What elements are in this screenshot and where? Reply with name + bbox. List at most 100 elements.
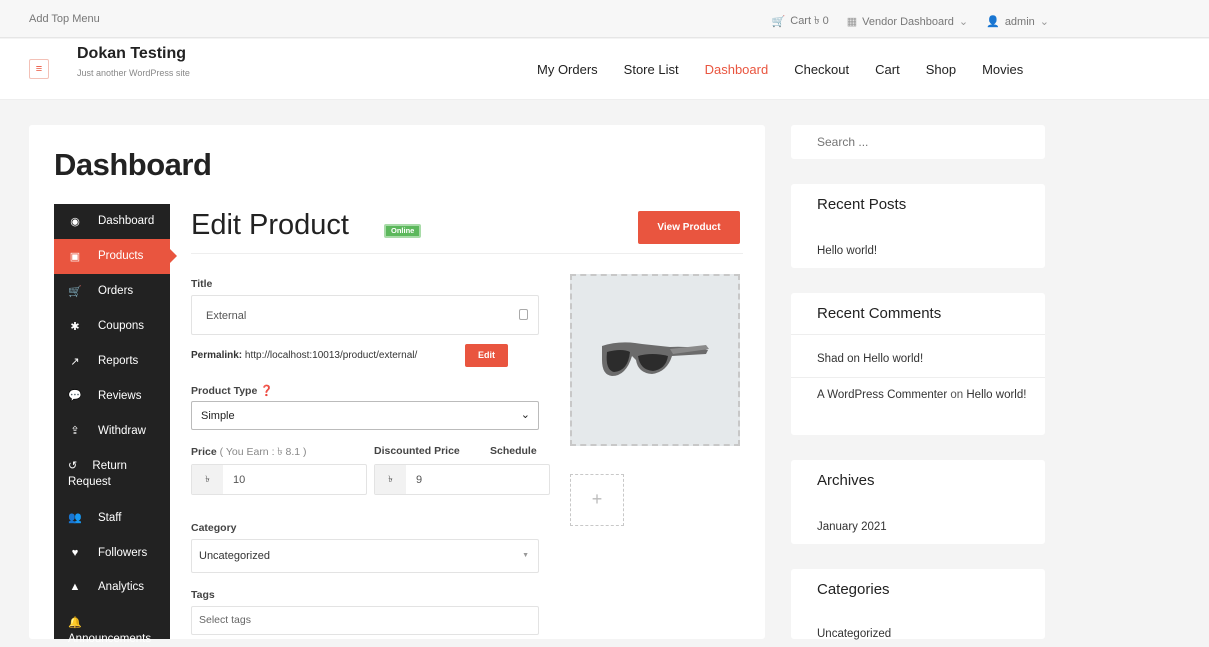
top-bar: Add Top Menu 🛒 Cart ৳ 0 ▦ Vendor Dashboa… bbox=[0, 0, 1209, 38]
hamburger-icon: ≡ bbox=[35, 63, 43, 75]
recent-posts-widget: Recent Posts Hello world! bbox=[791, 184, 1045, 268]
search-widget bbox=[791, 125, 1045, 159]
chevron-down-icon: ⌄ bbox=[1039, 16, 1049, 28]
primary-nav: My Orders Store List Dashboard Checkout … bbox=[537, 62, 1023, 77]
permalink: Permalink: http://localhost:10013/produc… bbox=[191, 350, 418, 361]
widget-title: Recent Posts bbox=[817, 196, 907, 213]
plus-icon: + bbox=[591, 489, 603, 509]
recent-post-link[interactable]: Hello world! bbox=[817, 243, 877, 259]
comments-icon: 💬 bbox=[68, 390, 82, 403]
undo-icon: ↺ bbox=[68, 460, 78, 473]
briefcase-icon: ▣ bbox=[69, 250, 81, 263]
comment-item: A WordPress Commenter on Hello world! bbox=[817, 389, 1027, 401]
user-menu[interactable]: 👤 admin ⌄ bbox=[986, 15, 1049, 29]
dashboard-icon: ◉ bbox=[70, 215, 80, 228]
title-input[interactable]: External bbox=[191, 295, 539, 335]
add-top-menu-link[interactable]: Add Top Menu bbox=[29, 13, 100, 25]
sunglasses-frame bbox=[602, 342, 709, 376]
product-type-label: Product Type ❓ bbox=[191, 385, 274, 397]
comment-post-link[interactable]: Hello world! bbox=[863, 353, 923, 365]
sidebar-item-withdraw[interactable]: ⇪ Withdraw bbox=[54, 413, 170, 448]
schedule-link[interactable]: Schedule bbox=[490, 445, 537, 457]
site-tagline: Just another WordPress site bbox=[77, 68, 190, 78]
recent-comments-widget: Recent Comments Shad on Hello world! A W… bbox=[791, 293, 1045, 435]
tags-input[interactable]: Select tags bbox=[191, 606, 539, 635]
upload-icon: ⇪ bbox=[70, 425, 80, 438]
product-type-select[interactable]: Simple ⌄ bbox=[191, 401, 539, 430]
price-label: Price ( You Earn : ৳ 8.1 ) bbox=[191, 446, 307, 458]
price-input[interactable]: ৳ 10 bbox=[191, 464, 367, 495]
permalink-edit-button[interactable]: Edit bbox=[465, 344, 508, 367]
title-label: Title bbox=[191, 278, 213, 290]
line-chart-icon: ↗ bbox=[70, 355, 80, 368]
currency-symbol: ৳ bbox=[192, 465, 223, 494]
nav-store-list[interactable]: Store List bbox=[624, 62, 679, 77]
archives-widget: Archives January 2021 bbox=[791, 460, 1045, 544]
sidebar-item-products[interactable]: ▣ Products bbox=[54, 238, 177, 274]
dashboard-grid-icon: ▦ bbox=[846, 16, 858, 28]
autofill-icon bbox=[519, 309, 528, 320]
sidebar-item-analytics[interactable]: ▲ Analytics bbox=[54, 570, 170, 605]
categories-widget: Categories Uncategorized bbox=[791, 569, 1045, 642]
page-title: Dashboard bbox=[54, 147, 212, 182]
menu-toggle-button[interactable]: ≡ bbox=[29, 59, 49, 79]
sidebar-item-followers[interactable]: ♥ Followers bbox=[54, 535, 170, 570]
nav-dashboard[interactable]: Dashboard bbox=[705, 62, 769, 77]
main-content: Dashboard ◉ Dashboard ▣ Products 🛒 Order… bbox=[29, 125, 765, 645]
comment-post-link[interactable]: Hello world! bbox=[966, 389, 1026, 401]
sidebar-item-return-request[interactable]: ↺ Return Request bbox=[54, 448, 170, 500]
dashboard-sidebar: ◉ Dashboard ▣ Products 🛒 Orders ✱ Coupon… bbox=[54, 204, 177, 645]
cart-link[interactable]: 🛒 Cart ৳ 0 bbox=[772, 12, 829, 31]
cart-icon: 🛒 bbox=[68, 285, 82, 298]
user-icon: 👤 bbox=[986, 16, 1000, 28]
discounted-price-label: Discounted Price bbox=[374, 445, 460, 457]
view-product-button[interactable]: View Product bbox=[638, 211, 740, 244]
category-label: Category bbox=[191, 522, 237, 534]
add-gallery-image-button[interactable]: + bbox=[570, 474, 624, 526]
divider bbox=[791, 334, 1045, 335]
tags-label: Tags bbox=[191, 589, 215, 601]
nav-movies[interactable]: Movies bbox=[982, 62, 1023, 77]
widget-title: Archives bbox=[817, 472, 875, 489]
product-image[interactable] bbox=[570, 274, 740, 446]
widget-title: Categories bbox=[817, 581, 890, 598]
gift-icon: ✱ bbox=[70, 320, 80, 333]
nav-cart[interactable]: Cart bbox=[875, 62, 900, 77]
chevron-down-icon: ⌄ bbox=[520, 409, 530, 421]
sidebar-item-staff[interactable]: 👥 Staff bbox=[54, 500, 170, 535]
divider bbox=[191, 253, 743, 254]
sidebar-item-reviews[interactable]: 💬 Reviews bbox=[54, 378, 170, 413]
sidebar-item-dashboard[interactable]: ◉ Dashboard bbox=[54, 204, 170, 239]
currency-symbol: ৳ bbox=[375, 465, 406, 494]
sidebar-item-reports[interactable]: ↗ Reports bbox=[54, 344, 170, 379]
permalink-url[interactable]: http://localhost:10013/product/external/ bbox=[245, 350, 417, 361]
bell-icon: 🔔 bbox=[68, 616, 82, 629]
sidebar-item-coupons[interactable]: ✱ Coupons bbox=[54, 309, 170, 344]
comment-item: Shad on Hello world! bbox=[817, 353, 924, 365]
cart-icon: 🛒 bbox=[771, 16, 786, 28]
archive-link[interactable]: January 2021 bbox=[817, 519, 887, 535]
widget-title: Recent Comments bbox=[817, 305, 942, 322]
comment-author: Shad bbox=[817, 353, 844, 365]
heart-icon: ♥ bbox=[71, 546, 79, 559]
caret-down-icon: ▼ bbox=[522, 552, 529, 559]
category-select[interactable]: Uncategorized ▼ bbox=[191, 539, 539, 573]
status-badge: Online bbox=[384, 224, 422, 238]
discounted-price-input[interactable]: ৳ 9 bbox=[374, 464, 550, 495]
nav-checkout[interactable]: Checkout bbox=[794, 62, 849, 77]
category-link[interactable]: Uncategorized bbox=[817, 626, 891, 642]
edit-product-heading: Edit Product bbox=[191, 209, 349, 241]
divider bbox=[791, 377, 1045, 378]
search-input[interactable] bbox=[791, 125, 1045, 159]
nav-shop[interactable]: Shop bbox=[926, 62, 956, 77]
site-header: ≡ Dokan Testing Just another WordPress s… bbox=[0, 39, 1209, 100]
sidebar-item-orders[interactable]: 🛒 Orders bbox=[54, 274, 170, 309]
chevron-down-icon: ⌄ bbox=[958, 16, 969, 28]
users-icon: 👥 bbox=[68, 512, 82, 525]
comment-author: A WordPress Commenter bbox=[817, 389, 948, 401]
site-title[interactable]: Dokan Testing bbox=[77, 45, 186, 63]
area-chart-icon: ▲ bbox=[69, 581, 81, 594]
nav-my-orders[interactable]: My Orders bbox=[537, 62, 598, 77]
vendor-dashboard-link[interactable]: ▦ Vendor Dashboard ⌄ bbox=[846, 15, 969, 29]
sunglasses-image bbox=[602, 342, 709, 376]
